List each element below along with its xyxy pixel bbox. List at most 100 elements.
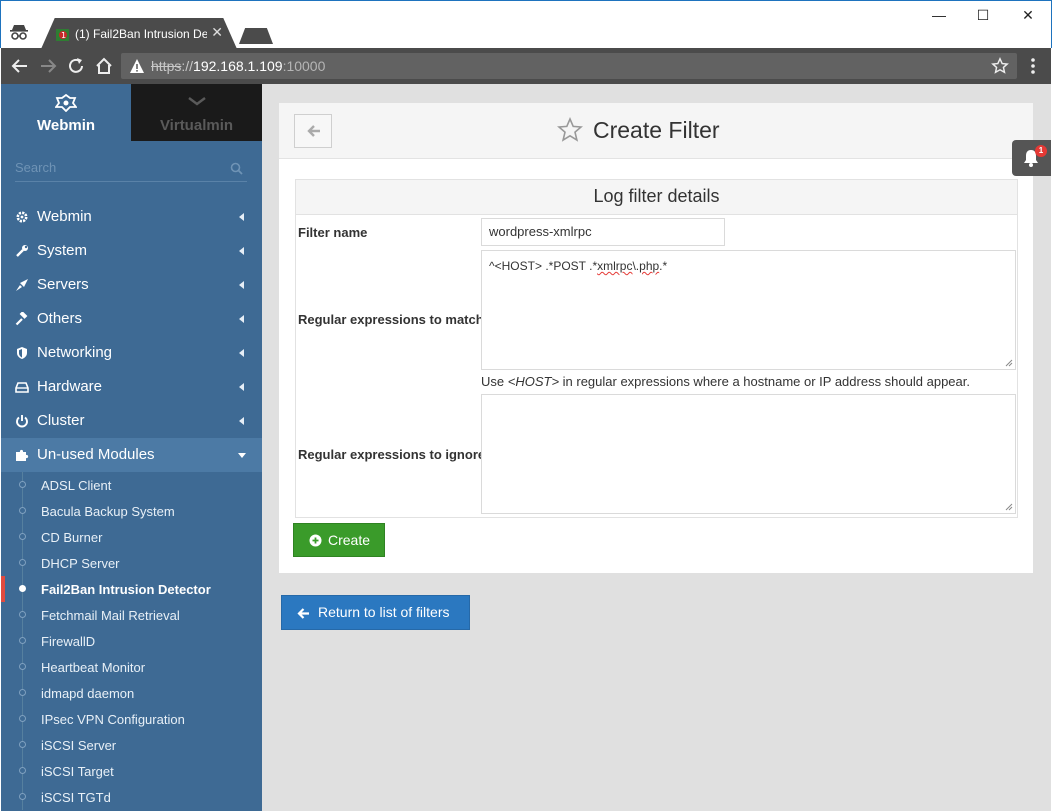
sidebar-subitem-ipsec-vpn[interactable]: IPsec VPN Configuration — [1, 706, 262, 732]
sidebar-subitem-label: Heartbeat Monitor — [41, 660, 146, 675]
brand-webmin-label: Webmin — [36, 117, 96, 134]
gear-icon — [16, 211, 28, 223]
match-regex-textarea[interactable]: ^<HOST> .*POST .*xmlrpc\.php.* — [481, 250, 1016, 370]
notifications-button[interactable]: 1 — [1012, 140, 1051, 176]
sidebar-subitem-heartbeat[interactable]: Heartbeat Monitor — [1, 654, 262, 680]
sidebar-subitem-bacula[interactable]: Bacula Backup System — [1, 498, 262, 524]
brand-switcher: Webmin Virtualmin — [1, 84, 262, 141]
sidebar: Webmin Virtualmin Webmin — [1, 84, 262, 811]
bullet-icon — [19, 585, 26, 592]
url-host: 192.168.1.109 — [193, 58, 283, 74]
unused-modules-submenu: ADSL Client Bacula Backup System CD Burn… — [1, 472, 262, 810]
sidebar-subitem-idmapd[interactable]: idmapd daemon — [1, 680, 262, 706]
sidebar-subitem-firewalld[interactable]: FirewallD — [1, 628, 262, 654]
maximize-icon[interactable]: ☐ — [973, 7, 993, 27]
virtualmin-logo-icon — [187, 97, 206, 106]
sidebar-item-hardware[interactable]: Hardware — [1, 370, 262, 404]
hint-text: in regular expressions where a hostname … — [559, 374, 970, 389]
home-icon[interactable] — [94, 56, 114, 76]
search-icon[interactable] — [230, 162, 243, 175]
ignore-regex-label: Regular expressions to ignore — [298, 447, 486, 462]
address-bar[interactable]: https://192.168.1.109:10000 — [121, 53, 1017, 79]
sidebar-item-label: Networking — [37, 344, 113, 361]
browser-tabstrip: 1 (1) Fail2Ban Intrusion Det ✕ — ☐ ✕ — [0, 0, 1052, 49]
shield-icon — [17, 347, 27, 359]
forward-arrow-icon[interactable] — [38, 56, 58, 76]
filter-name-label: Filter name — [298, 225, 368, 240]
wrench-icon — [16, 245, 28, 257]
browser-menu-icon[interactable] — [1029, 56, 1037, 76]
power-icon — [16, 415, 28, 428]
sidebar-subitem-label: DHCP Server — [41, 556, 120, 571]
caret-left-icon — [239, 417, 244, 425]
sidebar-subitem-adsl-client[interactable]: ADSL Client — [1, 472, 262, 498]
caret-left-icon — [239, 213, 244, 221]
bullet-icon — [19, 741, 26, 748]
return-to-filters-button[interactable]: Return to list of filters — [281, 595, 470, 630]
sidebar-menu: Webmin System Servers Others Networking … — [1, 200, 262, 810]
sidebar-subitem-label: Bacula Backup System — [41, 504, 175, 519]
notification-count-badge: 1 — [1035, 145, 1047, 157]
match-regex-text: ^<HOST> .*POST .* — [489, 259, 598, 273]
brand-virtualmin-label: Virtualmin — [159, 117, 234, 134]
warning-triangle-icon[interactable] — [129, 58, 145, 74]
sidebar-search — [15, 156, 247, 182]
sidebar-subitem-fail2ban[interactable]: Fail2Ban Intrusion Detector — [1, 576, 262, 602]
sidebar-subitem-cd-burner[interactable]: CD Burner — [1, 524, 262, 550]
brand-tab-webmin[interactable]: Webmin — [1, 84, 131, 141]
sidebar-item-system[interactable]: System — [1, 234, 262, 268]
plus-circle-icon — [309, 534, 322, 547]
caret-left-icon — [239, 383, 244, 391]
sidebar-subitem-label: Fetchmail Mail Retrieval — [41, 608, 180, 623]
sidebar-subitem-iscsi-target[interactable]: iSCSI Target — [1, 758, 262, 784]
tab-close-icon[interactable]: ✕ — [211, 24, 223, 41]
sidebar-item-networking[interactable]: Networking — [1, 336, 262, 370]
sidebar-item-cluster[interactable]: Cluster — [1, 404, 262, 438]
resize-grip-icon[interactable] — [1005, 503, 1013, 511]
caret-left-icon — [239, 247, 244, 255]
reload-icon[interactable] — [66, 56, 86, 76]
sidebar-item-servers[interactable]: Servers — [1, 268, 262, 302]
bullet-icon — [19, 689, 26, 696]
sidebar-subitem-iscsi-tgtd[interactable]: iSCSI TGTd — [1, 784, 262, 810]
brand-tab-virtualmin[interactable]: Virtualmin — [131, 84, 262, 141]
back-arrow-icon[interactable] — [10, 56, 30, 76]
sidebar-item-label: Cluster — [37, 412, 85, 429]
sidebar-item-others[interactable]: Others — [1, 302, 262, 336]
fail2ban-favicon-icon: 1 — [56, 29, 69, 41]
sidebar-item-unused-modules[interactable]: Un-used Modules — [1, 438, 262, 472]
browser-tab-active[interactable]: 1 (1) Fail2Ban Intrusion Det ✕ — [41, 18, 237, 49]
sidebar-subitem-fetchmail[interactable]: Fetchmail Mail Retrieval — [1, 602, 262, 628]
bookmark-star-icon[interactable] — [991, 57, 1009, 75]
bullet-icon — [19, 663, 26, 670]
back-button[interactable] — [294, 114, 332, 148]
gavel-icon — [15, 312, 28, 326]
drive-icon — [15, 382, 29, 393]
host-hint: Use <HOST> in regular expressions where … — [481, 374, 970, 389]
filter-name-input[interactable]: wordpress-xmlrpc — [481, 218, 725, 246]
arrow-left-icon — [307, 125, 320, 137]
match-regex-text: .* — [659, 259, 668, 273]
sidebar-subitem-label: IPsec VPN Configuration — [41, 712, 185, 727]
bullet-icon — [19, 533, 26, 540]
bullet-icon — [19, 559, 26, 566]
sidebar-subitem-iscsi-server[interactable]: iSCSI Server — [1, 732, 262, 758]
sidebar-subitem-label: iSCSI Server — [41, 738, 117, 753]
section-title: Log filter details — [296, 180, 1017, 215]
resize-grip-icon[interactable] — [1005, 359, 1013, 367]
sidebar-search-input[interactable] — [15, 160, 215, 175]
bullet-icon — [19, 507, 26, 514]
sidebar-subitem-label: idmapd daemon — [41, 686, 135, 701]
favorite-star-icon[interactable] — [557, 117, 583, 143]
window-close-icon[interactable]: ✕ — [1018, 7, 1038, 27]
sidebar-subitem-dhcp-server[interactable]: DHCP Server — [1, 550, 262, 576]
sidebar-item-webmin[interactable]: Webmin — [1, 200, 262, 234]
ignore-regex-textarea[interactable] — [481, 394, 1016, 514]
caret-left-icon — [239, 315, 244, 323]
incognito-icon — [10, 25, 28, 40]
minimize-icon[interactable]: — — [929, 7, 949, 27]
create-button[interactable]: Create — [293, 523, 385, 557]
sidebar-item-label: Hardware — [37, 378, 103, 395]
new-tab-button[interactable] — [239, 28, 273, 44]
match-regex-text: xmlrpc — [597, 259, 633, 273]
